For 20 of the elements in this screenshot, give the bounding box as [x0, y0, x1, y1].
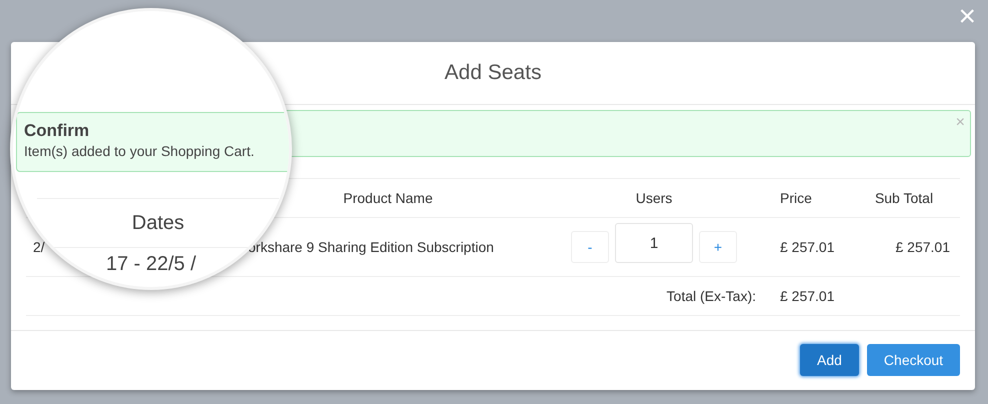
increment-button[interactable]: +: [699, 231, 737, 263]
date-text: 17 - 22/5 /: [106, 253, 196, 276]
total-label: Total (Ex-Tax):: [666, 288, 756, 304]
alert-message: Item(s) added to your Shopping Cart.: [24, 142, 256, 161]
column-header: Dates: [132, 212, 184, 234]
quantity-field[interactable]: 1: [615, 223, 693, 263]
total-value: £ 257.01: [780, 288, 834, 304]
column-header: Sub Total: [874, 189, 934, 208]
column-header: Price: [779, 189, 813, 208]
table-cell: 2/: [33, 239, 45, 255]
table-cell: £ 257.01: [780, 239, 834, 255]
close-icon[interactable]: ×: [956, 114, 965, 132]
table-cell: £ 257.01: [896, 239, 950, 255]
checkout-button[interactable]: Checkout: [867, 344, 960, 376]
column-header: Users: [634, 189, 674, 208]
alert-title: Confirm: [24, 121, 90, 141]
decrement-button[interactable]: -: [571, 231, 609, 263]
close-icon[interactable]: ×: [958, 2, 976, 32]
add-button[interactable]: Add: [800, 344, 859, 376]
column-header: Product Name: [342, 189, 434, 208]
